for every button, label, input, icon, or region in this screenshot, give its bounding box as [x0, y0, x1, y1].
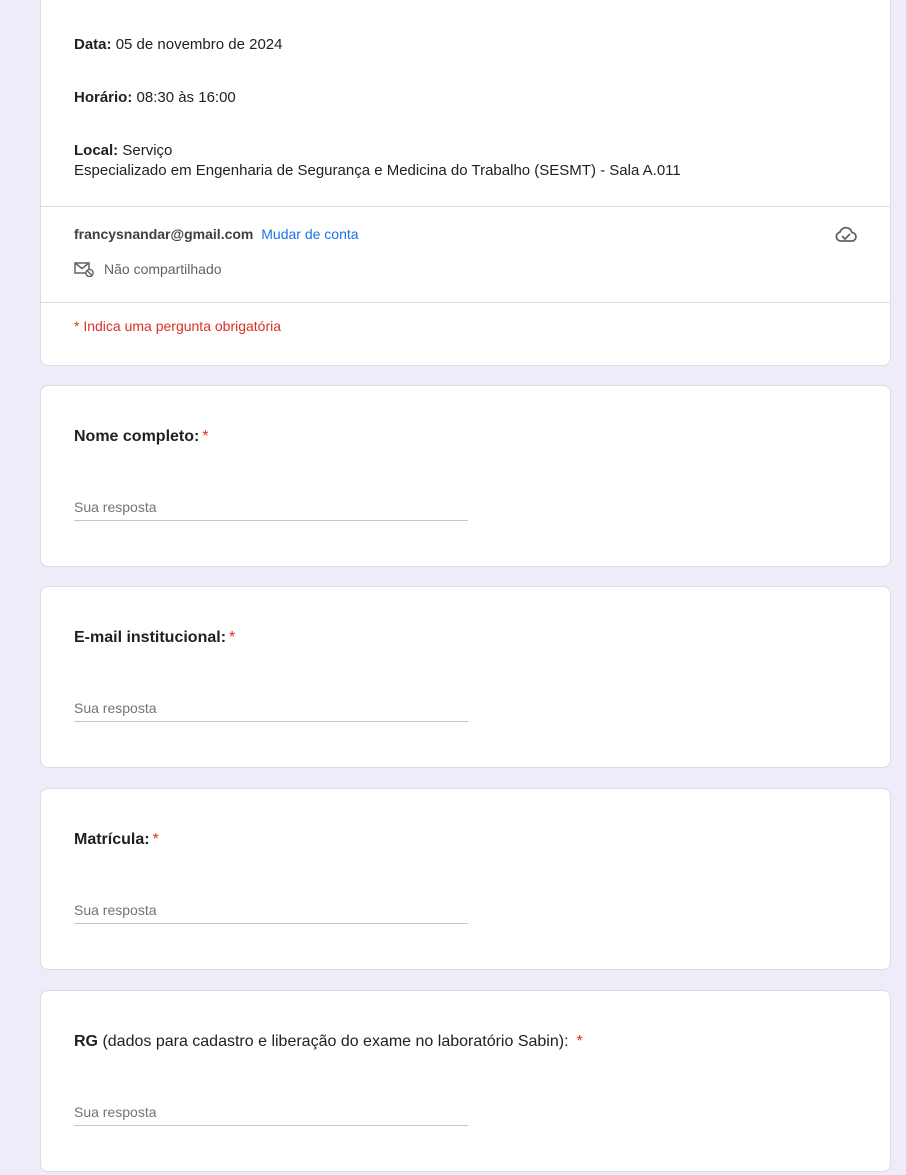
form-header-card: Data: 05 de novembro de 2024 Horário: 08… [40, 0, 891, 366]
date-label: Data: [74, 36, 112, 53]
location-value-line2: Especializado em Engenharia de Segurança… [74, 162, 681, 179]
question-label: E-mail institucional: [74, 629, 227, 646]
question-title: Matrícula: * [74, 831, 159, 849]
account-info: francysnandar@gmail.com Mudar de conta [74, 226, 359, 242]
location-label: Local: [74, 142, 119, 159]
event-date: Data: 05 de novembro de 2024 [74, 35, 282, 55]
event-location: Local: Serviço [74, 141, 172, 161]
cloud-saved-icon [835, 226, 857, 242]
institutional-email-input[interactable] [74, 695, 468, 722]
question-extra: (dados para cadastro e liberação do exam… [98, 1033, 569, 1050]
required-asterisk: * [152, 831, 159, 848]
rg-input[interactable] [74, 1099, 468, 1126]
divider [41, 206, 890, 207]
required-asterisk: * [576, 1033, 583, 1050]
date-value: 05 de novembro de 2024 [115, 36, 283, 53]
question-label: RG [74, 1033, 98, 1050]
time-label: Horário: [74, 89, 133, 106]
event-time: Horário: 08:30 às 16:00 [74, 88, 236, 108]
time-value: 08:30 às 16:00 [136, 89, 236, 106]
required-asterisk: * [229, 629, 236, 646]
question-label: Matrícula: [74, 831, 150, 848]
question-title: Nome completo: * [74, 428, 209, 446]
question-card-registration: Matrícula: * [40, 788, 891, 970]
required-note: * Indica uma pergunta obrigatória [74, 318, 282, 334]
question-title: RG (dados para cadastro e liberação do e… [74, 1033, 583, 1051]
account-email: francysnandar@gmail.com [74, 226, 254, 242]
not-shared-status: Não compartilhado [74, 261, 222, 277]
switch-account-link[interactable]: Mudar de conta [261, 226, 358, 242]
divider [41, 302, 890, 303]
registration-input[interactable] [74, 897, 468, 924]
question-card-rg: RG (dados para cadastro e liberação do e… [40, 990, 891, 1172]
not-shared-label: Não compartilhado [104, 261, 222, 277]
question-title: E-mail institucional: * [74, 629, 235, 647]
question-label: Nome completo: [74, 428, 200, 445]
mail-not-shared-icon [74, 262, 94, 277]
question-card-full-name: Nome completo: * [40, 385, 891, 567]
required-asterisk: * [202, 428, 209, 445]
full-name-input[interactable] [74, 494, 468, 521]
question-card-institutional-email: E-mail institucional: * [40, 586, 891, 768]
location-value-line1: Serviço [122, 142, 173, 159]
